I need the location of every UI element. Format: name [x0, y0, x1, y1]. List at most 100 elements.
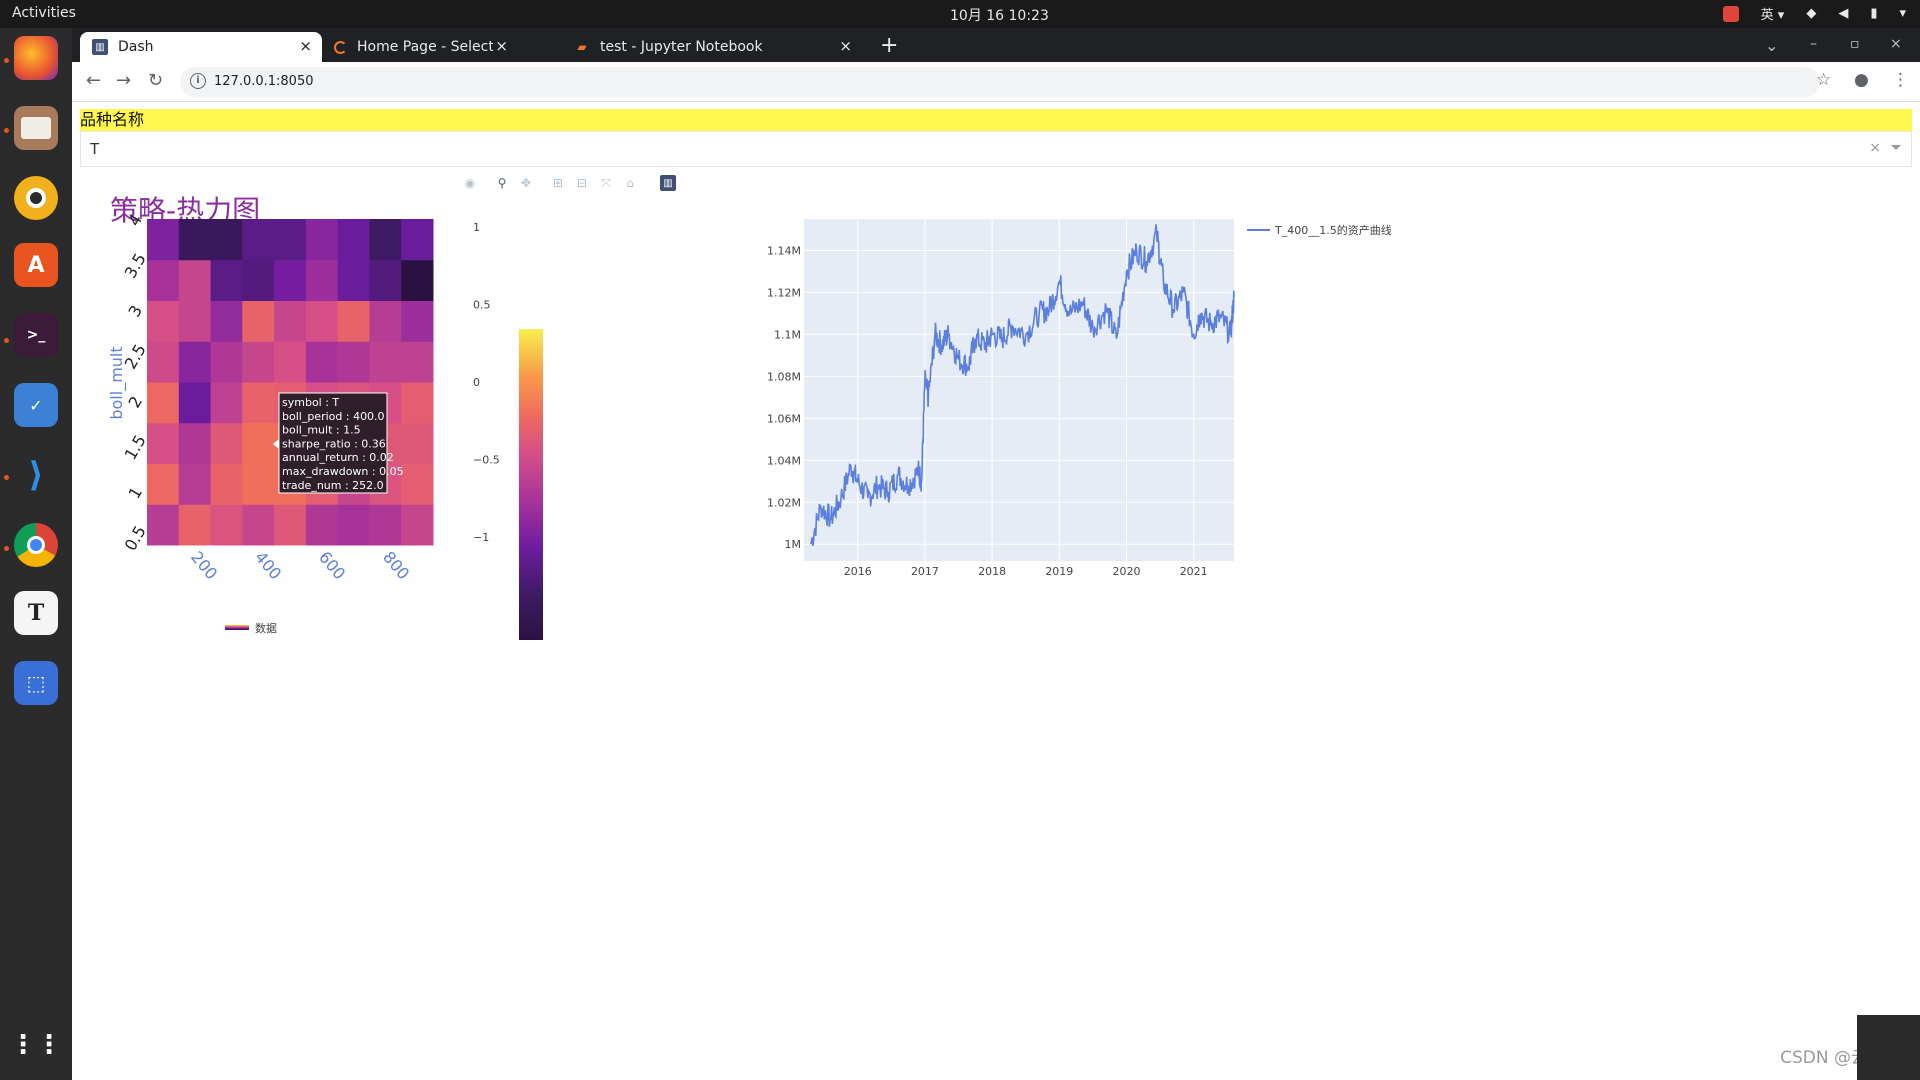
heatmap-cell[interactable]: [274, 300, 307, 342]
tasks-icon[interactable]: ✓: [14, 383, 58, 427]
heatmap-cell[interactable]: [210, 422, 243, 464]
screenshot-icon[interactable]: ⬚: [14, 661, 58, 705]
heatmap-cell[interactable]: [178, 463, 212, 505]
firefox-icon[interactable]: [14, 36, 58, 80]
heatmap-cell[interactable]: [401, 259, 434, 301]
close-tab-icon[interactable]: ×: [495, 37, 508, 55]
heatmap-legend[interactable]: 数据: [219, 616, 277, 640]
profile-avatar-icon[interactable]: ●: [1854, 70, 1869, 90]
heatmap-cell[interactable]: [210, 259, 243, 301]
typora-icon[interactable]: T: [14, 591, 58, 635]
heatmap-cell[interactable]: [337, 341, 370, 383]
heatmap-cell[interactable]: [147, 341, 180, 383]
corner-widget[interactable]: [1857, 1015, 1920, 1080]
input-method-indicator[interactable]: 英 ▾: [1761, 4, 1785, 23]
system-menu-chevron-icon[interactable]: ▾: [1899, 6, 1906, 21]
heatmap-cell[interactable]: [274, 341, 307, 383]
heatmap-cell[interactable]: [369, 219, 402, 261]
minimize-button[interactable]: –: [1810, 36, 1817, 52]
url-text[interactable]: 127.0.0.1:8050: [214, 74, 314, 89]
heatmap-cell[interactable]: [147, 422, 180, 464]
terminal-icon[interactable]: >_: [14, 313, 58, 357]
heatmap-cell[interactable]: [274, 259, 307, 301]
heatmap-cell[interactable]: [401, 341, 434, 383]
heatmap-cell[interactable]: [178, 504, 212, 546]
rhythmbox-icon[interactable]: [14, 176, 58, 220]
system-clock[interactable]: 10月 16 10:23: [950, 5, 1049, 25]
heatmap-cell[interactable]: [242, 259, 275, 301]
heatmap-cell[interactable]: [369, 300, 402, 342]
heatmap-cell[interactable]: [242, 382, 275, 424]
heatmap-cell[interactable]: [210, 341, 243, 383]
address-bar[interactable]: i 127.0.0.1:8050: [180, 67, 1820, 97]
close-window-button[interactable]: ×: [1890, 36, 1902, 52]
heatmap-cell[interactable]: [147, 259, 180, 301]
close-tab-icon[interactable]: ×: [839, 37, 852, 55]
vscode-icon[interactable]: ⟩: [14, 453, 58, 497]
volume-icon[interactable]: ◀: [1838, 6, 1848, 21]
heatmap-cell[interactable]: [401, 422, 434, 464]
tab-jupyter-home[interactable]: Home Page - Select or cre ×: [322, 32, 518, 62]
new-tab-button[interactable]: +: [880, 33, 898, 58]
battery-icon[interactable]: ▮: [1870, 6, 1877, 21]
reload-icon[interactable]: ↻: [148, 70, 163, 91]
heatmap-cell[interactable]: [178, 259, 212, 301]
heatmap[interactable]: [147, 219, 434, 546]
heatmap-cell[interactable]: [369, 259, 402, 301]
heatmap-cell[interactable]: [337, 259, 370, 301]
line-chart-plot-area[interactable]: [804, 219, 1234, 561]
heatmap-cell[interactable]: [337, 504, 370, 546]
heatmap-cell[interactable]: [147, 504, 180, 546]
line-chart-legend[interactable]: T_400__1.5的资产曲线: [1247, 223, 1392, 237]
heatmap-cell[interactable]: [305, 341, 339, 383]
heatmap-cell[interactable]: [401, 382, 434, 424]
back-arrow-icon[interactable]: ←: [86, 70, 101, 91]
files-icon[interactable]: [14, 106, 58, 150]
heatmap-cell[interactable]: [337, 219, 370, 261]
heatmap-cell[interactable]: [178, 219, 212, 261]
heatmap-cell[interactable]: [274, 219, 307, 261]
heatmap-cell[interactable]: [242, 422, 275, 464]
forward-arrow-icon[interactable]: →: [116, 70, 131, 91]
heatmap-cell[interactable]: [147, 219, 180, 261]
heatmap-cell[interactable]: [178, 341, 212, 383]
tab-dash[interactable]: ▥ Dash ×: [80, 32, 322, 62]
heatmap-cell[interactable]: [178, 382, 212, 424]
heatmap-cell[interactable]: [401, 463, 434, 505]
tab-jupyter-notebook[interactable]: ▰ test - Jupyter Notebook ×: [562, 32, 872, 62]
heatmap-cell[interactable]: [242, 463, 275, 505]
heatmap-cell[interactable]: [242, 300, 275, 342]
site-info-icon[interactable]: i: [190, 73, 206, 89]
tab-search-icon[interactable]: ⌄: [1765, 36, 1778, 55]
heatmap-cell[interactable]: [147, 463, 180, 505]
system-tray[interactable]: 英 ▾ ◆ ◀ ▮ ▾: [1722, 4, 1906, 23]
heatmap-cell[interactable]: [401, 300, 434, 342]
close-tab-icon[interactable]: ×: [299, 37, 312, 55]
heatmap-cell[interactable]: [147, 300, 180, 342]
heatmap-cell[interactable]: [305, 259, 339, 301]
heatmap-cell[interactable]: [337, 300, 370, 342]
browser-menu-icon[interactable]: ⋮: [1892, 70, 1909, 90]
heatmap-cell[interactable]: [242, 504, 275, 546]
heatmap-cell[interactable]: [242, 219, 275, 261]
heatmap-cell[interactable]: [178, 300, 212, 342]
bookmark-star-icon[interactable]: ☆: [1816, 70, 1831, 90]
heatmap-cell[interactable]: [210, 219, 243, 261]
activities-button[interactable]: Activities: [12, 5, 76, 21]
heatmap-cell[interactable]: [210, 300, 243, 342]
show-apps-grid-icon[interactable]: ⋮⋮: [10, 1023, 62, 1067]
chrome-icon[interactable]: [14, 523, 58, 567]
tray-app-icon[interactable]: [1722, 5, 1739, 22]
software-center-icon[interactable]: A: [14, 243, 58, 287]
heatmap-cell[interactable]: [305, 219, 339, 261]
heatmap-cell[interactable]: [401, 504, 434, 546]
heatmap-cell[interactable]: [210, 463, 243, 505]
heatmap-cell[interactable]: [305, 300, 339, 342]
heatmap-cell[interactable]: [210, 504, 243, 546]
heatmap-cell[interactable]: [178, 422, 212, 464]
heatmap-cell[interactable]: [369, 504, 402, 546]
heatmap-cell[interactable]: [210, 382, 243, 424]
heatmap-cell[interactable]: [242, 341, 275, 383]
heatmap-cell[interactable]: [305, 504, 339, 546]
wifi-icon[interactable]: ◆: [1806, 6, 1816, 21]
